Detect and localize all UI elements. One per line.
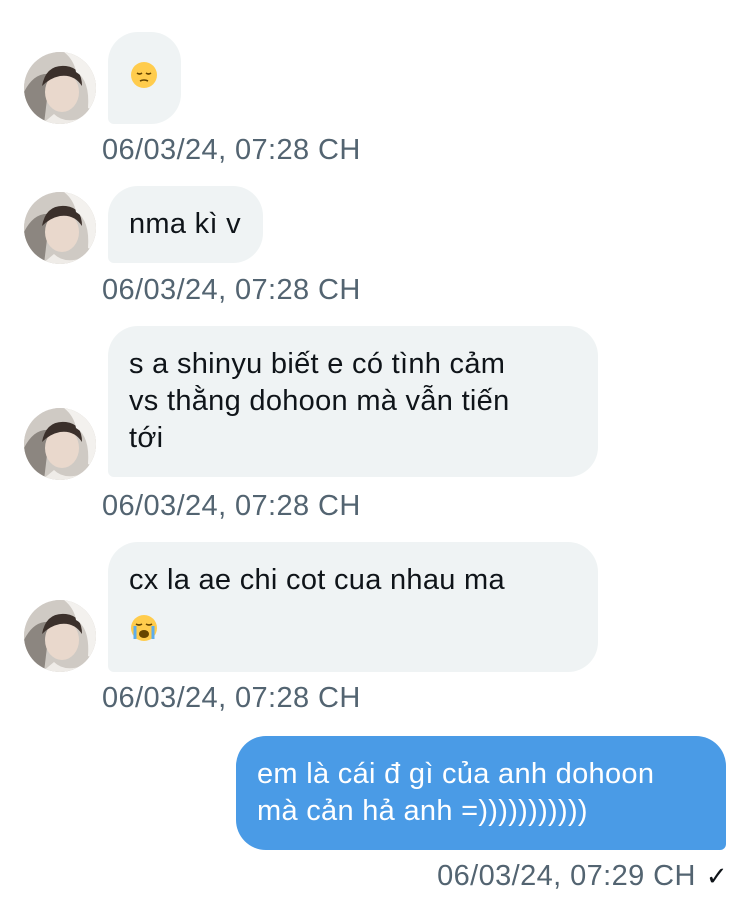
sent-check-icon: ✓ [705,861,728,891]
message-text-line: mà cản hả anh =))))))))))) [257,795,588,827]
sender-avatar[interactable] [24,408,96,480]
loudly-crying-face-emoji [129,613,159,643]
sender-avatar[interactable] [24,600,96,672]
message-bubble-incoming[interactable]: s a shinyu biết e có tình cảm vs thằng d… [108,326,598,477]
message-timestamp-outgoing: 06/03/24, 07:29 CH ✓ [437,860,728,893]
message-text: nma kì v [129,208,241,240]
message-bubble-incoming[interactable]: nma kì v [108,186,263,263]
message-text-line: s a shinyu biết e có tình cảm [129,348,506,380]
pensive-face-emoji [129,60,159,90]
message-timestamp: 06/03/24, 07:28 CH [102,274,361,306]
message-text-line: vs thằng dohoon mà vẫn tiến [129,385,510,417]
sender-avatar[interactable] [24,192,96,264]
sender-avatar[interactable] [24,52,96,124]
message-bubble-incoming[interactable] [108,32,181,124]
message-bubble-outgoing[interactable]: em là cái đ gì của anh dohoon mà cản hả … [236,736,726,850]
message-timestamp: 06/03/24, 07:29 CH [437,860,696,892]
message-timestamp: 06/03/24, 07:28 CH [102,682,361,714]
message-timestamp: 06/03/24, 07:28 CH [102,134,361,166]
message-text-line: em là cái đ gì của anh dohoon [257,758,655,790]
message-text-line: tới [129,422,164,454]
message-text-line: cx la ae chi cot cua nhau ma [129,564,505,596]
message-timestamp: 06/03/24, 07:28 CH [102,490,361,522]
message-bubble-incoming[interactable]: cx la ae chi cot cua nhau ma [108,542,598,672]
